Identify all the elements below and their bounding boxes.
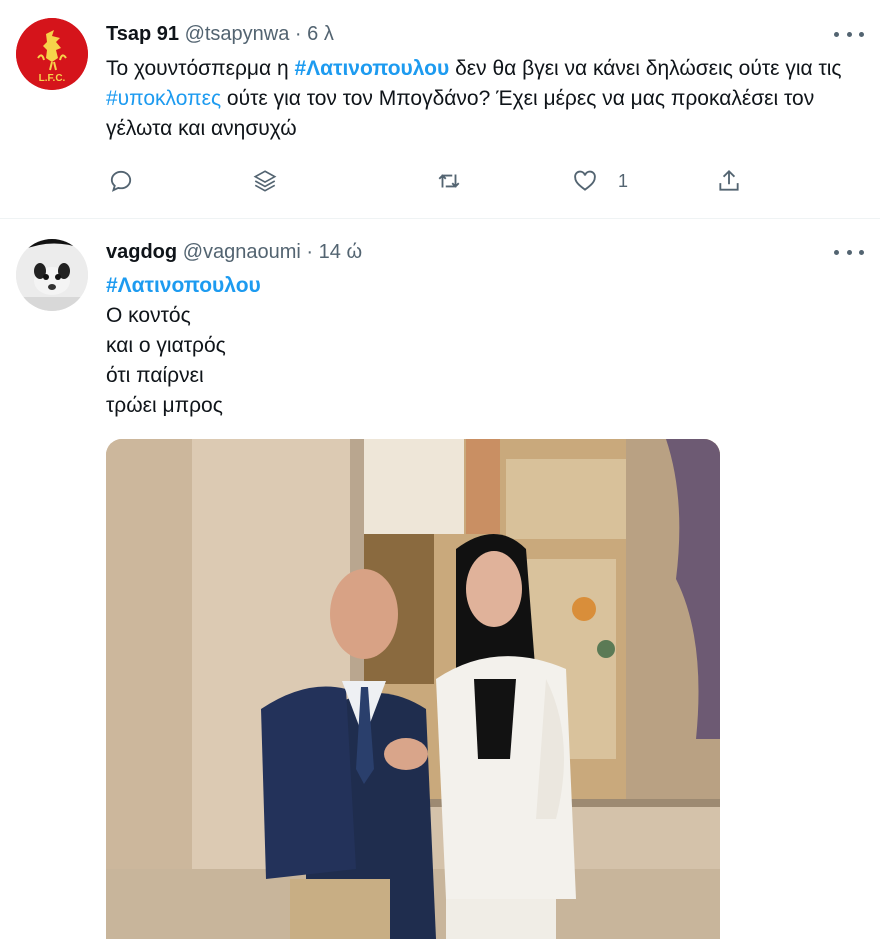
tweet[interactable]: vagdog @vagnaoumi · 14 ώ #Λατινοπουλου Ο…: [0, 219, 880, 939]
handle[interactable]: @tsapynwa: [185, 23, 290, 45]
separator-dot: ·: [306, 241, 314, 263]
hashtag-link[interactable]: #Λατινοπουλου: [294, 57, 449, 80]
liverpool-fc-crest-icon: L.F.C.: [16, 18, 88, 90]
display-name[interactable]: vagdog: [106, 241, 177, 263]
more-options-icon[interactable]: [834, 242, 864, 262]
separator-dot: ·: [294, 23, 302, 45]
retweet-button[interactable]: [436, 166, 462, 196]
timestamp[interactable]: 14 ώ: [319, 241, 362, 263]
hashtag-link[interactable]: #υποκλοπες: [106, 87, 221, 110]
tweet[interactable]: L.F.C. Tsap 91 @tsapynwa · 6 λ Το χουντό…: [0, 0, 880, 219]
more-options-icon[interactable]: [834, 24, 864, 44]
tweet-photo[interactable]: [106, 439, 720, 939]
tweet-text: Το χουντόσπερμα η #Λατινοπουλου δεν θα β…: [106, 54, 866, 144]
stack-button[interactable]: [252, 166, 278, 196]
tweet-line: Ο κοντός: [106, 304, 191, 327]
share-icon: [719, 169, 739, 191]
reply-button[interactable]: [108, 166, 134, 196]
tweet-actions: 1: [106, 166, 756, 196]
display-name[interactable]: Tsap 91: [106, 23, 179, 45]
dog-avatar: [16, 239, 88, 311]
avatar[interactable]: [16, 239, 88, 311]
tweet-line: ότι παίρνει: [106, 364, 204, 387]
reply-icon: [110, 170, 132, 192]
tweet-text-part: δεν θα βγει να κάνει δηλώσεις ούτε για τ…: [449, 57, 842, 80]
timestamp[interactable]: 6 λ: [307, 23, 334, 45]
hashtag-link[interactable]: #Λατινοπουλου: [106, 274, 261, 297]
avatar[interactable]: L.F.C.: [16, 18, 88, 90]
retweet-icon: [438, 174, 460, 188]
handle[interactable]: @vagnaoumi: [183, 241, 301, 263]
stack-icon: [253, 170, 277, 192]
handshake-photo: [106, 439, 720, 939]
tweet-text: #Λατινοπουλου Ο κοντός και ο γιατρός ότι…: [106, 271, 261, 421]
svg-text:L.F.C.: L.F.C.: [39, 73, 66, 84]
tweet-line: και ο γιατρός: [106, 334, 226, 357]
like-button[interactable]: 1: [572, 166, 628, 196]
tweet-text-part: Το χουντόσπερμα η: [106, 57, 295, 80]
share-button[interactable]: [716, 166, 742, 196]
tweet-header: vagdog @vagnaoumi · 14 ώ: [106, 239, 362, 265]
tweet-line: τρώει μπρος: [106, 394, 223, 417]
heart-icon: [574, 170, 596, 191]
tweet-header: Tsap 91 @tsapynwa · 6 λ: [106, 21, 334, 47]
like-count: 1: [618, 170, 629, 191]
